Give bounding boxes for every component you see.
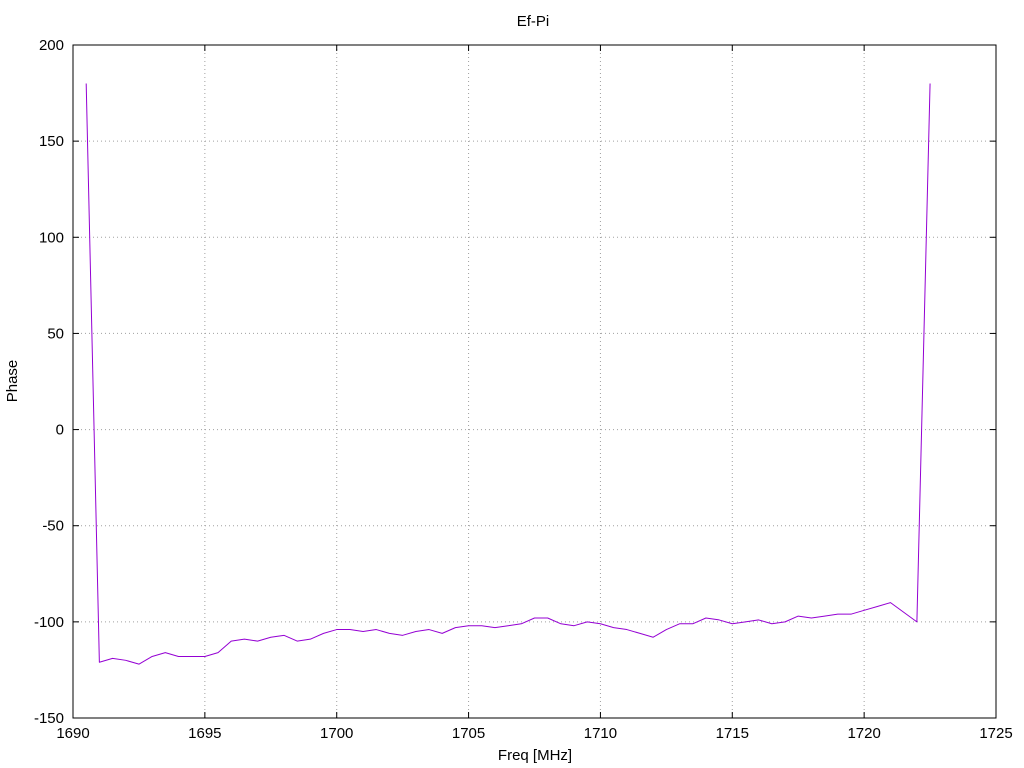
series-line bbox=[85, 83, 931, 665]
x-tick-label: 1690 bbox=[56, 725, 89, 742]
y-tick-label: 100 bbox=[39, 229, 64, 246]
plot-frame bbox=[72, 44, 997, 719]
series-layer bbox=[85, 83, 931, 665]
grid bbox=[73, 45, 996, 718]
chart: 1690 1695 1700 1705 1710 1715 1720 1725 -150 -100… bbox=[4, 13, 1013, 764]
x-tick-label: 1720 bbox=[847, 725, 880, 742]
x-tick-label: 1705 bbox=[452, 725, 485, 742]
x-tick-label: 1725 bbox=[979, 725, 1012, 742]
chart-title: Ef-Pi bbox=[517, 13, 550, 30]
x-tick-label: 1710 bbox=[584, 725, 617, 742]
axis-ticks bbox=[72, 44, 997, 719]
y-tick-label: -50 bbox=[42, 518, 64, 535]
y-tick-label: 0 bbox=[56, 422, 64, 439]
x-axis-label: Freq [MHz] bbox=[498, 747, 572, 764]
x-tick-label: 1700 bbox=[320, 725, 353, 742]
x-tick-label: 1715 bbox=[716, 725, 749, 742]
y-axis-label: Phase bbox=[4, 360, 21, 403]
y-tick-label: 50 bbox=[47, 325, 64, 342]
y-tick-label: 150 bbox=[39, 133, 64, 150]
tick-labels: 1690 1695 1700 1705 1710 1715 1720 1725 -150 -100… bbox=[34, 37, 1013, 742]
x-tick-label: 1695 bbox=[188, 725, 221, 742]
y-tick-label: -150 bbox=[34, 710, 64, 727]
plot-border bbox=[72, 44, 997, 719]
y-tick-label: -100 bbox=[34, 614, 64, 631]
y-tick-label: 200 bbox=[39, 37, 64, 54]
